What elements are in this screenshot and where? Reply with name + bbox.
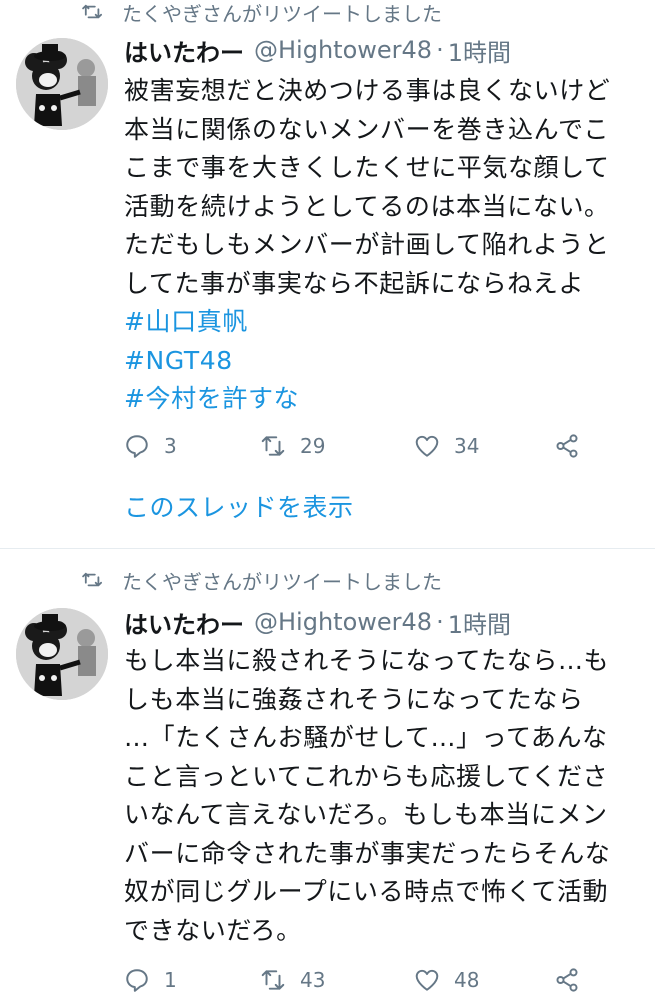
tweet-text-line: いなんて言えないだろ。もしも本当にメン	[124, 800, 608, 829]
hashtag-link[interactable]: #NGT48	[124, 346, 233, 375]
tweet-text-line: 奴が同じグループにいる時点で怖くて活動	[124, 877, 609, 906]
reply-count: 3	[164, 434, 177, 458]
tweet-text-line: 本当に関係のないメンバーを巻き込んでこ	[124, 114, 610, 144]
timestamp[interactable]: 1時間	[448, 605, 511, 640]
tweet-text-line: バーに命令された事が事実だったらそんな	[124, 838, 611, 868]
like-count: 34	[454, 434, 480, 458]
retweet-icon	[82, 572, 103, 587]
tweet-text-line: してた事が事実なら不起訴にならねえよ	[124, 268, 585, 298]
reply-count: 1	[164, 968, 177, 992]
tweet-text-line: こと言っといてこれからも応援してくださ	[124, 761, 609, 791]
tweet-text-line: できないだろ。	[124, 915, 302, 945]
retweet-icon	[82, 4, 103, 19]
tweet-text-line: もし本当に殺されそうになってたなら…も	[124, 646, 610, 675]
tweet-text-line: …「たくさんお騒がせして…」ってあんな	[124, 723, 608, 752]
author-name[interactable]: はいたわー	[124, 33, 244, 68]
avatar-image	[16, 38, 108, 130]
retweet-notice[interactable]: たくやぎさんがリツイートしました	[82, 0, 442, 26]
retweet-notice[interactable]: たくやぎさんがリツイートしました	[82, 566, 442, 594]
retweet-icon	[261, 436, 285, 456]
tweet[interactable]: たくやぎさんがリツイートしました はいたわー @Hightower48 · 1時…	[0, 0, 655, 548]
heart-icon	[415, 969, 439, 991]
separator: ·	[436, 36, 444, 64]
tweet-header: はいたわー @Hightower48 · 1時間	[124, 604, 511, 640]
share-icon	[556, 968, 578, 992]
retweet-count: 43	[300, 968, 326, 992]
tweet[interactable]: たくやぎさんがリツイートしました はいたわー @Hightower48 · 1時…	[0, 562, 655, 1008]
reply-button[interactable]: 3	[124, 426, 177, 466]
retweet-button[interactable]: 29	[260, 426, 325, 466]
heart-icon	[415, 435, 439, 457]
retweet-icon	[261, 970, 285, 990]
avatar[interactable]	[16, 608, 108, 700]
avatar[interactable]	[16, 38, 108, 130]
share-button[interactable]	[554, 426, 580, 466]
author-handle[interactable]: @Hightower48	[254, 608, 432, 636]
avatar-image	[16, 608, 108, 700]
tweet-actions: 1 43 48	[124, 960, 604, 1000]
hashtag-link[interactable]: #今村を許すな	[124, 384, 299, 413]
tweet-header: はいたわー @Hightower48 · 1時間	[124, 32, 511, 68]
like-count: 48	[454, 968, 480, 992]
separator: ·	[436, 608, 444, 636]
like-button[interactable]: 34	[414, 426, 479, 466]
share-icon	[556, 434, 578, 458]
share-button[interactable]	[554, 960, 580, 1000]
author-name[interactable]: はいたわー	[124, 605, 244, 640]
retweet-count: 29	[300, 434, 326, 458]
reply-button[interactable]: 1	[124, 960, 177, 1000]
tweet-text-line: こまで事を大きくしたくせに平気な顔して	[124, 153, 610, 182]
reply-icon	[126, 969, 148, 992]
tweet-divider	[0, 548, 655, 563]
tweet-text-line: 被害妄想だと決めつける事は良くないけど	[124, 76, 611, 105]
show-thread-link[interactable]: このスレッドを表示	[124, 488, 354, 524]
timeline-feed: たくやぎさんがリツイートしました はいたわー @Hightower48 · 1時…	[0, 0, 655, 1008]
tweet-text: もし本当に殺されそうになってたなら…も しも本当に強姦されそうになってたなら ……	[124, 642, 655, 950]
tweet-text-line: しも本当に強姦されそうになってたなら	[124, 684, 584, 714]
tweet-text: 被害妄想だと決めつける事は良くないけど 本当に関係のないメンバーを巻き込んでこ …	[124, 72, 655, 419]
timestamp[interactable]: 1時間	[448, 33, 511, 68]
retweet-notice-text: たくやぎさんがリツイートしました	[122, 1, 442, 26]
retweet-notice-text: たくやぎさんがリツイートしました	[122, 569, 442, 594]
like-button[interactable]: 48	[414, 960, 479, 1000]
author-handle[interactable]: @Hightower48	[254, 36, 432, 64]
reply-icon	[126, 435, 148, 458]
tweet-actions: 3 29 34	[124, 426, 604, 466]
tweet-text-line: 活動を続けようとしてるのは本当にない。	[124, 191, 610, 221]
tweet-text-line: ただもしもメンバーが計画して陥れようと	[124, 230, 610, 259]
hashtag-link[interactable]: #山口真帆	[124, 307, 248, 336]
retweet-button[interactable]: 43	[260, 960, 325, 1000]
